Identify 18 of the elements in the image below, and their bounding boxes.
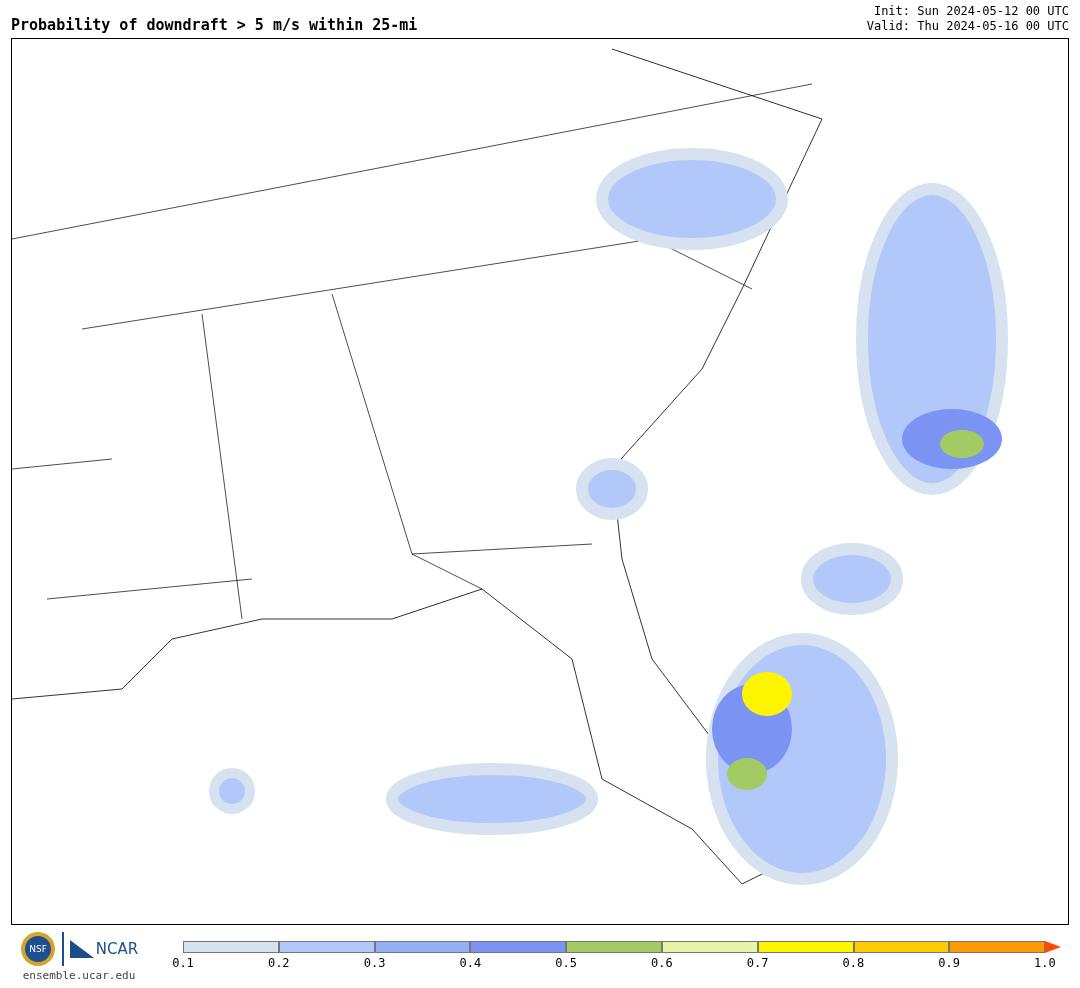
colorbar-tick-label: 0.3 (362, 956, 387, 970)
colorbar-tick-label: 1.0 (1033, 956, 1057, 970)
colorbar-tick-label: 0.2 (266, 956, 291, 970)
nsf-logo-text: NSF (29, 944, 47, 954)
init-time: Init: Sun 2024-05-12 00 UTC (873, 4, 1069, 19)
flag-logo-icon (69, 940, 94, 958)
colorbar-tick-label: 0.9 (937, 956, 961, 970)
colorbar-tick-label: 0.4 (458, 956, 483, 970)
colorbar-tick-label: 0.5 (554, 956, 578, 970)
divider-icon (61, 932, 64, 966)
ncar-logo-text: NCAR (95, 940, 139, 958)
valid-time: Valid: Thu 2024-05-16 00 UTC (866, 19, 1069, 34)
chart-title: Probability of downdraft > 5 m/s within 25-mi (11, 16, 418, 34)
colorbar-tick-label: 0.8 (841, 956, 866, 970)
colorbar-tick-label: 0.6 (650, 956, 674, 970)
website-link[interactable]: ensemble.ucar.edu (22, 969, 136, 982)
colorbar-tick-label: 0.7 (745, 956, 770, 970)
colorbar-tick-label: 0.1 (171, 956, 195, 970)
